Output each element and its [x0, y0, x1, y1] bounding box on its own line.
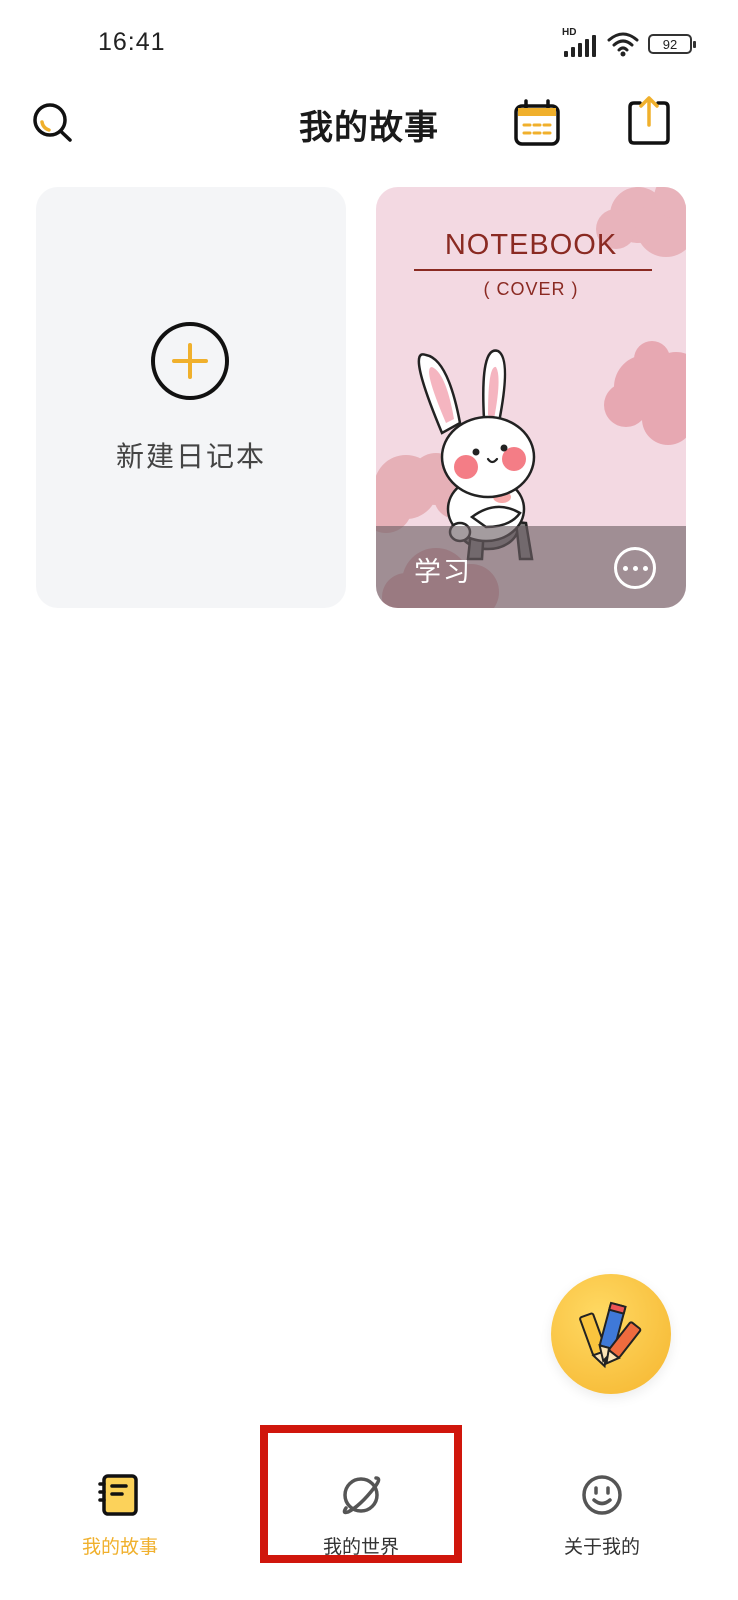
- new-notebook-label: 新建日记本: [115, 440, 266, 473]
- write-fab-button[interactable]: [551, 1274, 671, 1394]
- cover-title: NOTEBOOK: [444, 229, 618, 261]
- notebook-icon: [95, 1470, 145, 1520]
- calendar-button[interactable]: [510, 96, 564, 150]
- nav-label-my-stories: 我的故事: [81, 1536, 158, 1558]
- notebook-footer: 学习: [376, 526, 686, 608]
- battery-indicator: 92: [648, 34, 696, 54]
- highlight-box: [260, 1425, 462, 1563]
- notebook-name: 学习: [414, 557, 472, 588]
- signal-icon: HD: [562, 27, 598, 59]
- more-options-icon[interactable]: [614, 547, 656, 589]
- wifi-icon: [607, 32, 639, 57]
- notebook-card[interactable]: NOTEBOOK ( COVER ) 学习: [376, 187, 686, 608]
- nav-item-about-me[interactable]: 关于我的: [502, 1470, 702, 1570]
- pencils-icon: [579, 1301, 642, 1369]
- cover-subtitle: ( COVER ): [483, 279, 579, 299]
- cover-divider: [414, 269, 652, 271]
- new-notebook-card[interactable]: 新建日记本: [36, 187, 346, 608]
- battery-level: 92: [662, 36, 678, 52]
- share-button[interactable]: [622, 94, 676, 148]
- nav-label-about-me: 关于我的: [563, 1536, 640, 1558]
- nav-item-my-stories[interactable]: 我的故事: [20, 1470, 220, 1570]
- status-time: 16:41: [98, 28, 166, 56]
- calendar-icon: [514, 99, 560, 146]
- add-icon: [151, 322, 229, 400]
- status-indicators: HD 92: [562, 27, 696, 60]
- share-upload-icon: [628, 96, 670, 145]
- smiley-icon: [577, 1470, 627, 1520]
- status-bar: 16:41 HD 92: [0, 0, 738, 90]
